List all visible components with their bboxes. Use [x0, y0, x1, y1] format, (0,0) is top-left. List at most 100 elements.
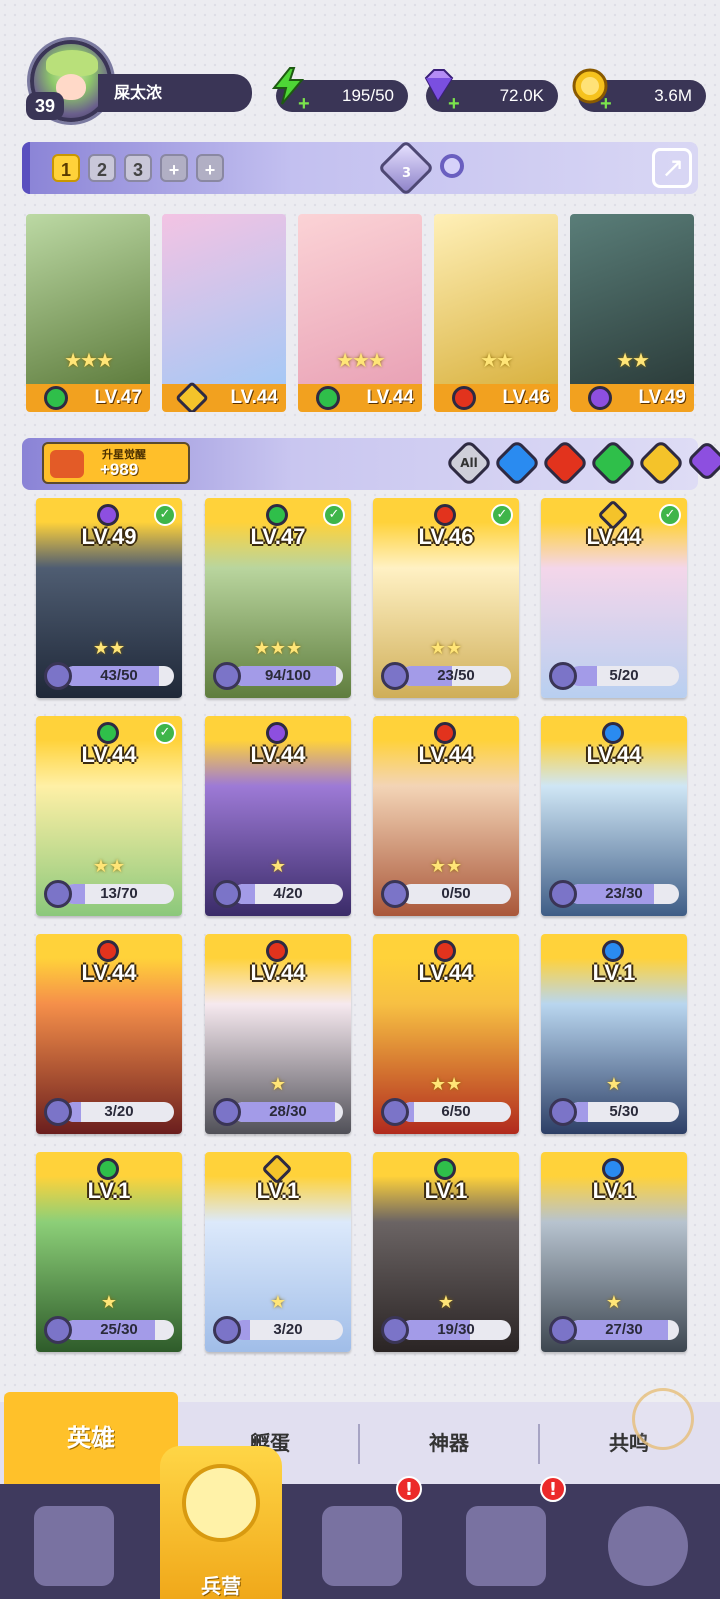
team-hero-card[interactable]: ★★ LV.49 — [570, 214, 694, 412]
filter-nature-icon[interactable] — [588, 438, 638, 488]
filter-all-label: All — [460, 456, 478, 470]
shard-progress-bar: 19/30 — [401, 1320, 511, 1340]
energy-plus-icon[interactable]: + — [298, 94, 310, 114]
nav-shop-alert-badge: ! — [540, 1476, 566, 1502]
star-rating: ★★ — [429, 1074, 463, 1095]
shard-progress-bar: 13/70 — [64, 884, 174, 904]
team-tab-1[interactable]: 1 — [52, 154, 80, 182]
upgrade-awaken-button[interactable]: 升星觉醒 +989 — [42, 442, 190, 484]
hero-card[interactable]: ✓ LV.46 ★★ 23/50 — [373, 498, 519, 698]
filter-dark-icon[interactable] — [685, 439, 720, 483]
hero-level: LV.1 — [592, 960, 636, 985]
element-fire-icon — [452, 386, 476, 410]
filter-all-button[interactable]: All — [444, 438, 494, 488]
hero-card[interactable]: ✓ LV.44 5/20 — [541, 498, 687, 698]
gem-plus-icon[interactable]: + — [448, 94, 460, 114]
gem-value: 72.0K — [499, 86, 544, 105]
element-nature-icon — [316, 386, 340, 410]
nav-map-alert-badge: ! — [396, 1476, 422, 1502]
gem-counter[interactable]: + 72.0K — [424, 69, 558, 114]
hero-card[interactable]: LV.1 ★ 3/20 — [205, 1152, 351, 1352]
team-hero-card[interactable]: ★★ LV.46 — [434, 214, 558, 412]
team-hero-card[interactable]: ★★★ LV.44 — [298, 214, 422, 412]
hero-level: LV.44 — [250, 742, 306, 767]
hero-shard-icon — [549, 662, 577, 690]
hero-card[interactable]: LV.1 ★ 27/30 — [541, 1152, 687, 1352]
hero-card[interactable]: LV.1 ★ 5/30 — [541, 934, 687, 1134]
floating-radar-button[interactable] — [632, 1388, 694, 1450]
energy-counter[interactable]: + 195/50 — [271, 67, 408, 114]
hero-card[interactable]: LV.44 3/20 — [36, 934, 182, 1134]
hero-card[interactable]: LV.44 ★ 4/20 — [205, 716, 351, 916]
star-rating: ★ — [100, 1292, 118, 1313]
hero-shard-icon — [44, 1316, 72, 1344]
hero-shard-icon — [381, 662, 409, 690]
hero-level: LV.44 — [81, 960, 137, 985]
tab-artifacts[interactable]: 神器 — [360, 1402, 538, 1484]
hero-shard-icon — [549, 1316, 577, 1344]
hero-shard-icon — [213, 1316, 241, 1344]
nav-barracks-button[interactable]: 兵营 — [160, 1446, 282, 1599]
team-tab-3[interactable]: 3 — [124, 154, 152, 182]
hero-level: LV.44 — [586, 742, 642, 767]
hero-level: LV.1 — [87, 1178, 131, 1203]
energy-value: 195/50 — [342, 86, 394, 105]
element-fire-icon — [97, 940, 119, 962]
tab-heroes[interactable]: 英雄 — [4, 1392, 178, 1484]
filter-fire-icon[interactable] — [540, 438, 590, 488]
shard-progress-text: 0/50 — [441, 885, 471, 902]
add-team-button-2[interactable]: + — [196, 154, 224, 182]
star-rating: ★★ — [92, 638, 126, 659]
hero-card[interactable]: LV.44 23/30 — [541, 716, 687, 916]
hero-card[interactable]: ✓ LV.47 ★★★ 94/100 — [205, 498, 351, 698]
player-name: 屎太浓 — [98, 74, 252, 112]
share-icon[interactable] — [652, 148, 692, 188]
team-hero-card[interactable]: LV.44 — [162, 214, 286, 412]
shard-progress-text: 19/30 — [437, 1321, 475, 1338]
gold-value: 3.6M — [654, 86, 692, 105]
hero-filter-bar: 升星觉醒 +989 All — [22, 438, 720, 490]
hero-shard-icon — [381, 1098, 409, 1126]
add-team-button-1[interactable]: + — [160, 154, 188, 182]
team-tab-2[interactable]: 2 — [88, 154, 116, 182]
gold-plus-icon[interactable]: + — [600, 94, 612, 114]
team-hero-card[interactable]: ★★★ LV.47 — [26, 214, 150, 412]
hero-card[interactable]: LV.44 ★★ 0/50 — [373, 716, 519, 916]
star-rating: ★★★ — [64, 348, 114, 372]
hero-level: LV.44 — [418, 742, 474, 767]
shard-progress-bar: 4/20 — [233, 884, 343, 904]
hero-level: LV.46 — [418, 524, 474, 549]
hero-card[interactable]: LV.44 ★ 28/30 — [205, 934, 351, 1134]
shard-progress-bar: 28/30 — [233, 1102, 343, 1122]
top-resource-bar: 39 屎太浓 + 195/50 + 72.0K + 3.6M — [0, 36, 720, 126]
nav-map-icon[interactable] — [322, 1506, 402, 1586]
gold-counter[interactable]: + 3.6M — [572, 68, 706, 114]
hero-level: LV.44 — [586, 524, 642, 549]
filter-light-icon[interactable] — [636, 438, 686, 488]
shard-progress-text: 25/30 — [100, 1321, 138, 1338]
nav-cards-icon[interactable] — [34, 1506, 114, 1586]
shard-progress-bar: 23/30 — [569, 884, 679, 904]
shard-progress-text: 6/50 — [441, 1103, 471, 1120]
filter-water-icon[interactable] — [492, 438, 542, 488]
hero-level: LV.1 — [424, 1178, 468, 1203]
hero-card[interactable]: ✓ LV.44 ★★ 13/70 — [36, 716, 182, 916]
star-rating: ★★ — [429, 856, 463, 877]
search-icon[interactable] — [440, 154, 464, 178]
shard-progress-text: 13/70 — [100, 885, 138, 902]
shard-progress-text: 5/20 — [609, 667, 639, 684]
hero-card[interactable]: LV.1 ★ 19/30 — [373, 1152, 519, 1352]
checkmark-icon: ✓ — [154, 504, 176, 526]
hero-card[interactable]: LV.44 ★★ 6/50 — [373, 934, 519, 1134]
nav-shop-icon[interactable] — [466, 1506, 546, 1586]
sub-tab-bar: 英雄 孵蛋 神器 共鸣 — [0, 1392, 720, 1484]
hero-level: LV.44 — [81, 742, 137, 767]
upgrade-count: +989 — [100, 460, 139, 479]
star-rating: ★ — [269, 1074, 287, 1095]
shard-progress-bar: 43/50 — [64, 666, 174, 686]
hero-level: LV.1 — [256, 1178, 300, 1203]
hero-card[interactable]: ✓ LV.49 ★★ 43/50 — [36, 498, 182, 698]
shard-progress-text: 5/30 — [609, 1103, 639, 1120]
nav-guild-icon[interactable] — [608, 1506, 688, 1586]
hero-card[interactable]: LV.1 ★ 25/30 — [36, 1152, 182, 1352]
